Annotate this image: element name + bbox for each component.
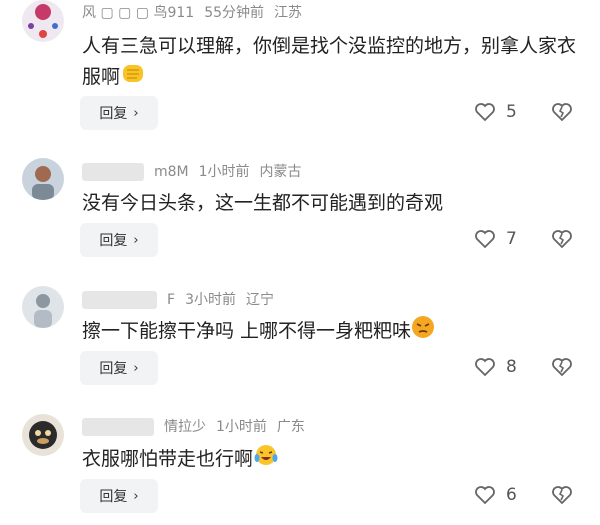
reply-button[interactable]: 回复 › [80,479,158,513]
broken-heart-icon [552,358,572,377]
chevron-right-icon: › [133,232,139,248]
comment-meta: m8M 1小时前 内蒙古 [82,161,312,181]
heart-icon [475,486,495,505]
comment-location: 内蒙古 [259,164,302,180]
comment-meta: 情拉少 1小时前 广东 [82,416,315,436]
chevron-right-icon: › [133,360,139,376]
comment-time: 3小时前 [185,292,236,308]
avatar[interactable] [22,286,64,328]
username[interactable]: F [167,292,175,308]
like-button[interactable]: 7 [474,229,517,249]
avatar[interactable] [22,158,64,200]
comment-item: 情拉少 1小时前 广东 衣服哪怕带走也行啊 回复 › 6 [0,0,600,513]
username[interactable]: 情拉少 [164,419,206,435]
comment-time: 1小时前 [216,419,267,435]
laughing-crying-emoji [253,443,279,476]
reply-button[interactable]: 回复 › [80,351,158,385]
avatar[interactable] [22,414,64,456]
dislike-button[interactable] [550,228,574,254]
broken-heart-icon [552,486,572,505]
comment-text: 没有今日头条，这一生都不可能遇到的奇观 [82,192,444,214]
username[interactable]: m8M [154,164,189,180]
heart-icon [475,358,495,377]
like-count: 6 [506,485,517,505]
like-count: 7 [506,229,517,249]
comment-meta: F 3小时前 辽宁 [82,289,284,309]
chevron-right-icon: › [133,488,139,504]
like-button[interactable]: 8 [474,357,517,377]
comment-location: 广东 [276,419,305,435]
like-count: 8 [506,357,517,377]
broken-heart-icon [552,230,572,249]
like-button[interactable]: 6 [474,485,517,505]
dislike-button[interactable] [550,356,574,382]
comment-text: 衣服哪怕带走也行啊 [82,443,587,476]
comment-time: 1小时前 [198,164,250,180]
reply-button[interactable]: 回复 › [80,223,158,257]
comment-location: 辽宁 [245,292,274,308]
comment-text: 擦一下能擦干净吗 上哪不得一身粑粑味 [82,315,587,348]
heart-icon [475,230,495,249]
dislike-button[interactable] [550,484,574,510]
angry-face-emoji [411,315,435,348]
